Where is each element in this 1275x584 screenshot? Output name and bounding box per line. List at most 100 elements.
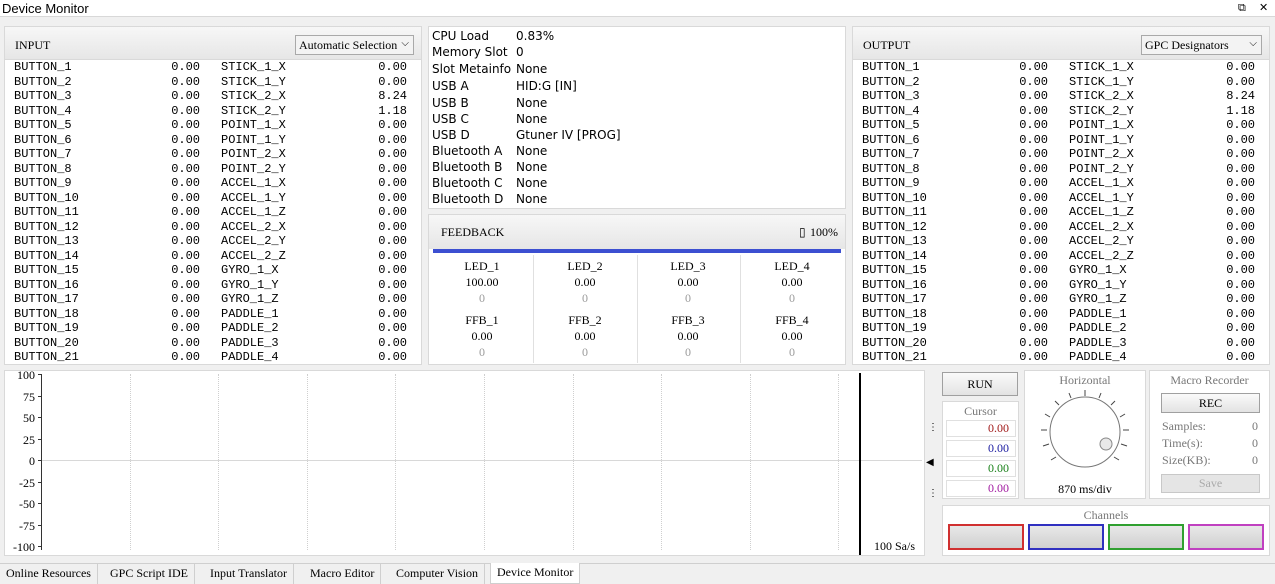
io-row: BUTTON_14 0.00 ACCEL_2_Z 0.00 — [14, 249, 416, 264]
axis-value: 0.00 — [378, 248, 407, 263]
collapse-left-icon[interactable]: ◀ — [926, 457, 934, 468]
ffb-value: 0.00 — [574, 329, 596, 343]
y-tick-label: -100 — [13, 540, 35, 554]
axis-value: 0.00 — [378, 335, 407, 350]
channel-toggle[interactable] — [948, 524, 1024, 550]
axis-value: 0.00 — [378, 132, 407, 147]
io-row: BUTTON_8 0.00 POINT_2_Y 0.00 — [14, 162, 416, 177]
samples-value: 0 — [1252, 419, 1258, 433]
tab-gpc-script-ide[interactable]: GPC Script IDE — [104, 564, 195, 584]
channel-toggle[interactable] — [1028, 524, 1104, 550]
io-row: BUTTON_14 0.00 ACCEL_2_Z 0.00 — [862, 249, 1264, 264]
grid-line — [129, 374, 131, 550]
axis-value: 0.00 — [1226, 161, 1255, 176]
io-row: BUTTON_21 0.00 PADDLE_4 0.00 — [862, 350, 1264, 365]
io-row: BUTTON_10 0.00 ACCEL_1_Y 0.00 — [862, 191, 1264, 206]
ffb-value: 0.00 — [781, 329, 803, 343]
io-row: BUTTON_4 0.00 STICK_2_Y 1.18 — [862, 104, 1264, 119]
io-row: BUTTON_19 0.00 PADDLE_2 0.00 — [862, 321, 1264, 336]
input-panel: INPUT Automatic Selection ⌵ BUTTON_1 0.00… — [4, 26, 422, 365]
horizontal-panel: Horizontal 870 ms/div — [1024, 370, 1146, 499]
status-value: Gtuner IV [PROG] — [516, 128, 621, 142]
horizontal-value: 870 ms/div — [1058, 482, 1112, 496]
ffb-raw: 0 — [789, 345, 795, 359]
io-row: BUTTON_16 0.00 GYRO_1_Y 0.00 — [14, 278, 416, 293]
status-label: USB B — [432, 96, 469, 110]
macro-title: Macro Recorder — [1170, 373, 1249, 387]
led-cell: LED_2 0.00 0 — [535, 258, 635, 306]
tab-bar: Online Resources GPC Script IDE Input Tran… — [0, 563, 1275, 584]
axis-value: 0.00 — [1226, 60, 1255, 74]
status-label: Bluetooth C — [432, 176, 503, 190]
io-row: BUTTON_17 0.00 GYRO_1_Z 0.00 — [14, 292, 416, 307]
chevron-down-icon: ⌵ — [401, 38, 409, 49]
title-bar: Device Monitor ⧉ ✕ — [0, 0, 1275, 17]
y-tick-label: 0 — [29, 454, 35, 468]
led-raw: 0 — [685, 291, 691, 305]
splitter-grip-icon[interactable]: ⋮ — [928, 489, 938, 499]
tab-macro-editor[interactable]: Macro Editor — [304, 564, 382, 584]
status-value: None — [516, 62, 548, 76]
horizontal-knob[interactable] — [1035, 387, 1135, 481]
grid-line — [218, 374, 220, 550]
restore-icon[interactable]: ⧉ — [1238, 0, 1246, 17]
tab-online-resources[interactable]: Online Resources — [0, 564, 98, 584]
feedback-label: FEEDBACK — [441, 225, 505, 239]
close-icon[interactable]: ✕ — [1259, 0, 1268, 17]
axis-value: 0.00 — [378, 205, 407, 219]
status-value: None — [516, 176, 548, 190]
io-row: BUTTON_16 0.00 GYRO_1_Y 0.00 — [862, 278, 1264, 293]
macro-panel: Macro Recorder REC Samples: 0 Time(s): 0… — [1149, 370, 1270, 499]
chevron-down-icon: ⌵ — [1249, 38, 1257, 49]
run-button[interactable]: RUN — [942, 372, 1018, 396]
cursor-label: Cursor — [964, 404, 997, 418]
io-row: BUTTON_21 0.00 PADDLE_4 0.00 — [14, 350, 416, 365]
save-button[interactable]: Save — [1161, 474, 1260, 493]
axis-value: 0.00 — [1226, 219, 1255, 234]
axis-value: 8.24 — [378, 89, 407, 103]
axis-value: 0.00 — [1226, 321, 1255, 335]
io-row: BUTTON_9 0.00 ACCEL_1_X 0.00 — [14, 176, 416, 191]
axis-value: 0.00 — [1226, 190, 1255, 205]
ffb-value: 0.00 — [471, 329, 493, 343]
grid-line — [395, 374, 397, 550]
led-value: 0.00 — [574, 275, 596, 289]
time-value: 0 — [1252, 436, 1258, 450]
axis-value: 0.00 — [378, 321, 407, 335]
cursor-value: 0.00 — [946, 460, 1016, 477]
sample-rate: 100 Sa/s — [874, 539, 916, 553]
tab-computer-vision[interactable]: Computer Vision — [390, 564, 486, 584]
axis-value: 0.00 — [1226, 74, 1255, 89]
status-label: USB A — [432, 79, 469, 93]
window-title: Device Monitor — [2, 1, 89, 16]
ffb-raw: 0 — [479, 345, 485, 359]
led-cell: LED_3 0.00 0 — [638, 258, 738, 306]
led-value: 100.00 — [465, 275, 499, 289]
output-mode-select[interactable]: GPC Designators ⌵ — [1141, 35, 1262, 55]
input-table: BUTTON_1 0.00 STICK_1_X 0.00 BUTTON_2 0.00 STI… — [14, 60, 416, 365]
splitter-grip-icon[interactable]: ⋮ — [928, 423, 938, 433]
input-mode-select[interactable]: Automatic Selection ⌵ — [295, 35, 414, 55]
oscilloscope[interactable]: 100 75 50 25 0 -25 -50 -75 -100 100 Sa/s — [4, 369, 925, 556]
status-value: None — [516, 160, 548, 174]
grid-line — [749, 374, 751, 550]
ffb-cell: FFB_4 0.00 0 — [742, 312, 842, 360]
status-label: Slot Metainfo — [432, 62, 512, 76]
horizontal-label: Horizontal — [1059, 373, 1111, 387]
input-label: INPUT — [15, 38, 51, 52]
led-value: 0.00 — [781, 275, 803, 289]
tab-device-monitor[interactable]: Device Monitor — [490, 563, 581, 584]
size-value: 0 — [1252, 453, 1258, 467]
ffb-raw: 0 — [685, 345, 691, 359]
input-mode-value: Automatic Selection — [299, 38, 398, 52]
ffb-name: FFB_2 — [568, 313, 602, 327]
axis-value: 8.24 — [1226, 89, 1255, 103]
axis-value: 0.00 — [378, 60, 407, 74]
tab-input-translator[interactable]: Input Translator — [204, 564, 295, 584]
channel-toggle[interactable] — [1108, 524, 1184, 550]
status-value: 0 — [516, 45, 524, 59]
scope-cursor[interactable] — [859, 373, 861, 555]
channel-toggle[interactable] — [1188, 524, 1264, 550]
samples-label: Samples: — [1162, 419, 1206, 433]
rec-button[interactable]: REC — [1161, 393, 1260, 413]
